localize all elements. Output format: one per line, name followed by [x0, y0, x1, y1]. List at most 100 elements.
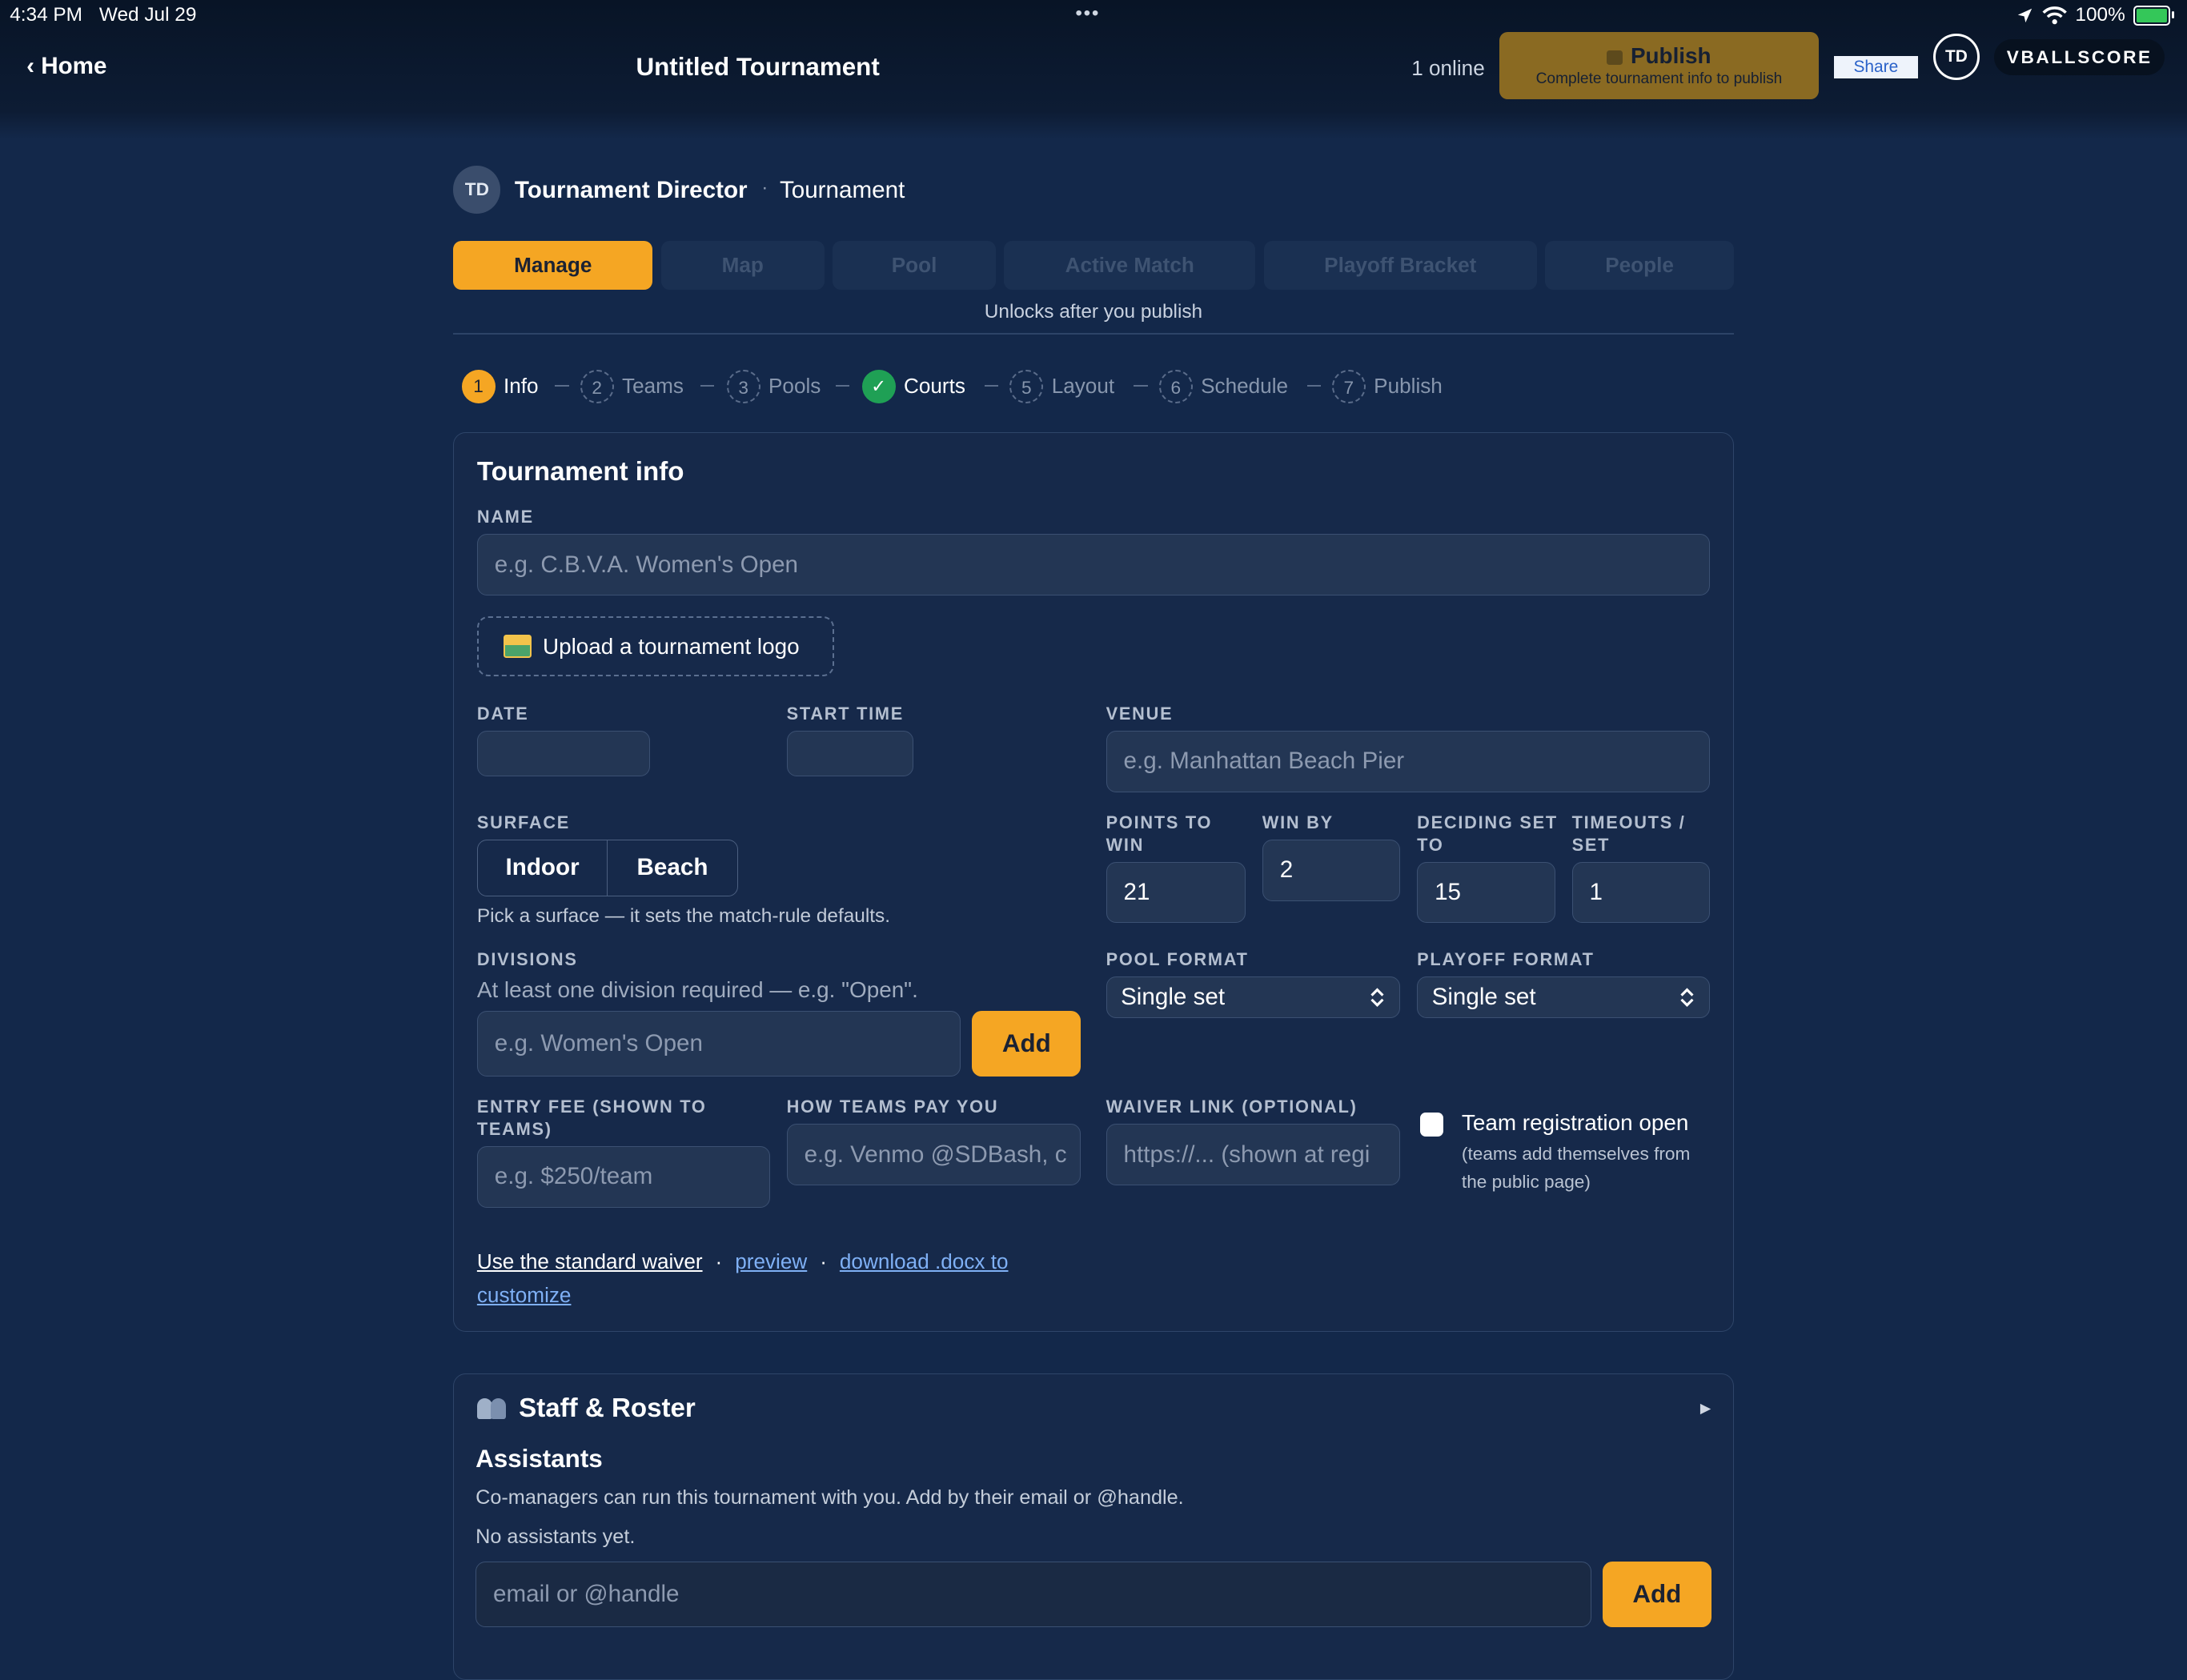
- multitask-dots[interactable]: •••: [1075, 2, 1100, 25]
- upload-logo-label: Upload a tournament logo: [543, 633, 800, 659]
- entry-fee-input[interactable]: e.g. $250/team: [476, 1146, 770, 1208]
- step-connector: [555, 384, 569, 387]
- wifi-icon: [2042, 6, 2067, 25]
- waiver-link-input[interactable]: https://... (shown at regi: [1106, 1124, 1401, 1185]
- timeouts-input[interactable]: 1: [1571, 861, 1711, 924]
- updown-chevron-icon: [1370, 987, 1384, 1007]
- name-input[interactable]: e.g. C.B.V.A. Women's Open: [476, 534, 1711, 595]
- date-input[interactable]: [476, 730, 650, 777]
- publish-sublabel: Complete tournament info to publish: [1535, 70, 1783, 87]
- step-connector: [985, 384, 999, 387]
- step-label: Teams: [622, 374, 684, 399]
- assistants-description: Co-managers can run this tournament with…: [476, 1486, 1184, 1510]
- step-courts[interactable]: ✓ Courts: [861, 367, 965, 406]
- upload-logo-button[interactable]: Upload a tournament logo: [476, 616, 834, 676]
- step-connector: [700, 384, 715, 387]
- surface-indoor-button[interactable]: Indoor: [478, 840, 608, 896]
- tabs-unlock-note: Unlocks after you publish: [984, 301, 1203, 323]
- step-number: 3: [726, 369, 760, 403]
- staff-roster-header[interactable]: Staff & Roster: [476, 1393, 696, 1424]
- home-back-button[interactable]: ‹ Home: [26, 53, 106, 80]
- registration-checkbox[interactable]: [1419, 1113, 1444, 1137]
- add-division-button[interactable]: Add: [972, 1011, 1081, 1077]
- surface-beach-button[interactable]: Beach: [608, 840, 736, 896]
- link-separator: ·: [715, 1249, 723, 1273]
- step-teams[interactable]: 2 Teams: [580, 367, 684, 406]
- step-number: 2: [580, 369, 614, 403]
- points-to-win-input[interactable]: 21: [1106, 861, 1246, 924]
- director-name: Tournament Director: [514, 177, 748, 204]
- add-assistant-button[interactable]: Add: [1602, 1562, 1711, 1628]
- status-bar-left: 4:34 PM Wed Jul 29: [10, 4, 213, 26]
- check-icon: ✓: [861, 369, 896, 403]
- surface-hint: Pick a surface — it sets the match-rule …: [476, 904, 891, 927]
- step-label: Schedule: [1201, 374, 1289, 399]
- tab-people[interactable]: People: [1545, 241, 1734, 291]
- battery-percent: 100%: [2075, 4, 2125, 26]
- step-label: Layout: [1051, 374, 1115, 399]
- assistants-empty-note: No assistants yet.: [476, 1526, 636, 1549]
- pool-format-select[interactable]: Single set: [1106, 976, 1401, 1018]
- step-info[interactable]: 1 Info: [461, 367, 539, 406]
- tournament-title: Untitled Tournament: [636, 53, 880, 82]
- tabs-divider: [453, 333, 1734, 335]
- picture-icon: [504, 634, 532, 659]
- staff-roster-title: Staff & Roster: [519, 1393, 696, 1423]
- user-avatar[interactable]: TD: [1932, 33, 1980, 81]
- playoff-format-select[interactable]: Single set: [1417, 976, 1711, 1018]
- surface-segmented-control: Indoor Beach: [476, 839, 738, 897]
- share-button[interactable]: Share: [1834, 55, 1918, 78]
- division-input[interactable]: e.g. Women's Open: [476, 1011, 961, 1077]
- start-time-label: START TIME: [786, 704, 905, 724]
- win-by-input[interactable]: 2: [1262, 839, 1401, 901]
- step-schedule[interactable]: 6 Schedule: [1158, 367, 1289, 406]
- battery-icon: [2133, 5, 2175, 26]
- divisions-hint: At least one division required — e.g. "O…: [476, 977, 918, 1003]
- win-by-label: WIN BY: [1262, 812, 1334, 833]
- location-icon: [2017, 8, 2033, 22]
- step-layout[interactable]: 5 Layout: [1009, 367, 1114, 406]
- step-connector: [835, 384, 850, 387]
- registration-label: Team registration open: [1461, 1109, 1689, 1135]
- name-label: NAME: [476, 507, 534, 527]
- preview-link[interactable]: preview: [735, 1249, 807, 1273]
- status-date: Wed Jul 29: [98, 4, 197, 26]
- step-label: Courts: [904, 374, 965, 399]
- brand-logo[interactable]: VBALLSCORE: [1994, 38, 2165, 76]
- home-label: Home: [41, 53, 107, 80]
- lock-icon: [1607, 50, 1623, 65]
- role-label: Tournament: [779, 177, 905, 204]
- divisions-label: DIVISIONS: [476, 948, 578, 969]
- step-label: Info: [503, 374, 539, 399]
- publish-label: Publish: [1630, 43, 1711, 68]
- tab-playoff-bracket[interactable]: Playoff Bracket: [1263, 241, 1537, 291]
- tab-manage[interactable]: Manage: [453, 241, 653, 291]
- people-icon: [476, 1397, 508, 1420]
- tournament-info-title: Tournament info: [476, 457, 684, 487]
- waiver-links: Use the standard waiver · preview · down…: [477, 1245, 1091, 1313]
- status-bar-right: 100%: [2016, 4, 2175, 26]
- entry-fee-label: ENTRY FEE (SHOWN TO TEAMS): [476, 1097, 707, 1140]
- step-pools[interactable]: 3 Pools: [726, 367, 821, 406]
- surface-label: SURFACE: [476, 812, 571, 833]
- playoff-format-label: PLAYOFF FORMAT: [1417, 948, 1595, 969]
- expand-caret-icon[interactable]: ▶: [1700, 1400, 1711, 1417]
- date-label: DATE: [476, 704, 529, 724]
- tab-pool[interactable]: Pool: [833, 241, 996, 291]
- how-teams-pay-input[interactable]: e.g. Venmo @SDBash, c: [786, 1124, 1081, 1185]
- publish-button[interactable]: Publish Complete tournament info to publ…: [1499, 32, 1819, 99]
- waiver-link-label: WAIVER LINK (OPTIONAL): [1106, 1097, 1358, 1117]
- assistant-email-input[interactable]: email or @handle: [476, 1562, 1591, 1628]
- standard-waiver-link[interactable]: Use the standard waiver: [477, 1249, 703, 1273]
- start-time-input[interactable]: [786, 730, 914, 777]
- tab-map[interactable]: Map: [660, 241, 825, 291]
- points-to-win-label: POINTS TO WIN: [1106, 812, 1213, 855]
- step-number: 6: [1158, 369, 1193, 403]
- deciding-set-input[interactable]: 15: [1417, 861, 1555, 924]
- step-publish[interactable]: 7 Publish: [1331, 367, 1443, 406]
- step-number: 7: [1331, 369, 1366, 403]
- venue-input[interactable]: e.g. Manhattan Beach Pier: [1106, 730, 1711, 792]
- step-connector: [1134, 384, 1148, 387]
- step-number: 5: [1009, 369, 1044, 403]
- tab-active-match[interactable]: Active Match: [1004, 241, 1256, 291]
